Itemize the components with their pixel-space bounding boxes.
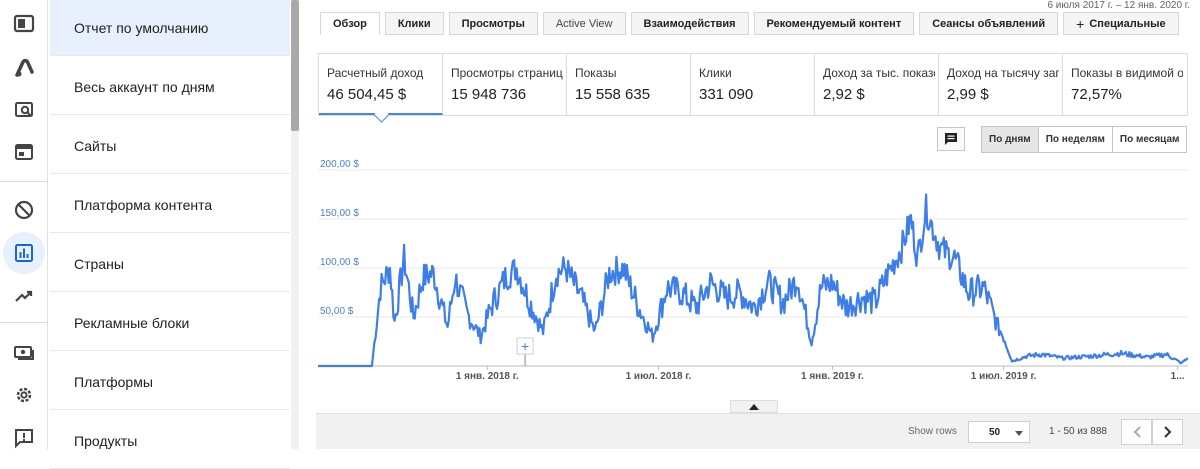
metric-label: Доход за тыс. показов: [823, 66, 935, 80]
report-item-label: Весь аккаунт по дням: [74, 78, 215, 95]
tab-overview[interactable]: Обзор: [320, 12, 380, 35]
metric-value: 72,57%: [1071, 86, 1122, 103]
earnings-chart[interactable]: 200,00 $ 150,00 $ 100,00 $ 50,00 $ 1 янв. 20…: [300, 155, 1200, 385]
dashboard-icon[interactable]: [8, 8, 40, 40]
comment-icon: [945, 133, 957, 145]
metrics-bar: Расчетный доход 46 504,45 $ Просмотры ст…: [318, 53, 1188, 116]
metric-label: Клики: [699, 66, 732, 80]
plus-icon: +: [1076, 15, 1085, 32]
next-page-button[interactable]: [1152, 419, 1183, 445]
scrollbar-thumb[interactable]: [291, 0, 299, 131]
metric-value: 15 948 736: [451, 86, 527, 103]
report-item-label: Платформа контента: [74, 196, 213, 213]
block-icon[interactable]: [8, 194, 40, 226]
by-day-button[interactable]: По дням: [982, 127, 1039, 152]
nav-rail: [0, 0, 48, 449]
chevron-right-icon: [1163, 426, 1171, 438]
rows-per-page-value: 50: [989, 426, 1001, 438]
browser-window-icon[interactable]: [8, 136, 40, 168]
annotation-button[interactable]: [937, 127, 965, 151]
tab-recommended-content[interactable]: Рекомендуемый контент: [753, 12, 915, 35]
metric-value: 331 090: [699, 86, 754, 103]
report-item-content-platform[interactable]: Платформа контента: [50, 177, 290, 233]
report-item-ad-units[interactable]: Рекламные блоки: [50, 295, 290, 351]
metric-query-rpm[interactable]: Доход на тысячу запросов 2,99 $: [939, 54, 1063, 115]
metric-value: 2,99 $: [947, 86, 989, 103]
dropdown-caret-icon: [1015, 431, 1023, 436]
x-tick-label: 1 июл. 2019 г.: [971, 371, 1037, 382]
report-item-label: Рекламные блоки: [74, 314, 190, 331]
content-search-icon[interactable]: [8, 93, 40, 125]
trending-icon[interactable]: [8, 280, 40, 312]
metric-label: Доход на тысячу запросов: [947, 66, 1059, 80]
report-item-label: Сайты: [74, 137, 117, 154]
reports-icon[interactable]: [3, 232, 45, 274]
report-tabs: Обзор Клики Просмотры Active View Взаимо…: [320, 12, 1184, 35]
report-item-platforms[interactable]: Платформы: [50, 354, 290, 410]
by-month-button[interactable]: По месяцам: [1112, 127, 1187, 152]
x-tick-label: 1...: [1171, 371, 1185, 382]
feedback-icon[interactable]: [8, 422, 40, 454]
chevron-left-icon: [1133, 426, 1141, 438]
x-tick-label: 1 янв. 2018 г.: [456, 371, 519, 382]
metric-viewability[interactable]: Показы в видимой области 72,57%: [1063, 54, 1187, 115]
y-tick-label: 50,00 $: [320, 306, 354, 317]
series-line: [318, 193, 1189, 368]
metric-label: Просмотры страниц: [451, 66, 563, 80]
show-rows-label: Show rows: [908, 426, 957, 437]
tab-custom[interactable]: + Специальные: [1063, 12, 1179, 35]
pagination: [1121, 419, 1183, 445]
metric-label: Показы: [575, 66, 617, 80]
metric-clicks[interactable]: Клики 331 090: [691, 54, 815, 115]
caret-up-icon: [749, 403, 759, 410]
plus-icon: +: [521, 338, 529, 354]
metric-impressions[interactable]: Показы 15 558 635: [567, 54, 691, 115]
metric-estimated-earnings[interactable]: Расчетный доход 46 504,45 $: [319, 54, 443, 115]
metric-label: Показы в видимой области: [1071, 66, 1183, 80]
payments-icon[interactable]: [8, 336, 40, 368]
table-footer: Show rows 50 1 - 50 из 888: [316, 413, 1200, 449]
report-list-scrollbar[interactable]: [291, 0, 299, 449]
metric-impression-rpm[interactable]: Доход за тыс. показов 2,92 $: [815, 54, 939, 115]
collapse-chart-button[interactable]: [730, 400, 778, 413]
metric-value: 15 558 635: [575, 86, 651, 103]
tab-custom-label: Специальные: [1089, 17, 1166, 30]
tab-active-view[interactable]: Active View: [542, 12, 626, 35]
adsense-logo-icon[interactable]: [8, 52, 40, 84]
report-main: 6 июля 2017 г. – 12 янв. 2020 г. Обзор К…: [300, 0, 1200, 449]
report-list: Отчет по умолчанию Весь аккаунт по дням …: [48, 0, 299, 469]
report-item-countries[interactable]: Страны: [50, 236, 290, 292]
tab-interactions[interactable]: Взаимодействия: [630, 12, 749, 35]
settings-icon[interactable]: [8, 379, 40, 411]
report-item-default[interactable]: Отчет по умолчанию: [50, 0, 290, 56]
metric-value: 46 504,45 $: [327, 86, 407, 103]
tab-clicks[interactable]: Клики: [384, 12, 444, 35]
date-range[interactable]: 6 июля 2017 г. – 12 янв. 2020 г.: [1047, 0, 1190, 11]
granularity-toggle: По дням По неделям По месяцам: [981, 126, 1188, 153]
y-tick-label: 150,00 $: [320, 208, 359, 219]
report-item-label: Отчет по умолчанию: [74, 19, 209, 36]
x-tick-label: 1 июл. 2018 г.: [626, 371, 692, 382]
tab-views[interactable]: Просмотры: [448, 12, 538, 35]
metric-label: Расчетный доход: [327, 66, 424, 80]
report-item-label: Платформы: [74, 373, 153, 390]
tab-ad-sessions[interactable]: Сеансы объявлений: [919, 12, 1059, 35]
metric-page-views[interactable]: Просмотры страниц 15 948 736: [443, 54, 567, 115]
report-item-label: Продукты: [74, 432, 138, 449]
report-item-account-by-day[interactable]: Весь аккаунт по дням: [50, 59, 290, 115]
by-week-button[interactable]: По неделям: [1038, 127, 1113, 152]
page-range: 1 - 50 из 888: [1049, 426, 1107, 437]
y-tick-label: 100,00 $: [320, 257, 359, 268]
prev-page-button[interactable]: [1121, 419, 1152, 445]
report-item-sites[interactable]: Сайты: [50, 118, 290, 174]
report-item-products[interactable]: Продукты: [50, 413, 290, 469]
x-tick-label: 1 янв. 2019 г.: [801, 371, 864, 382]
metric-value: 2,92 $: [823, 86, 865, 103]
y-tick-label: 200,00 $: [320, 159, 359, 170]
report-item-label: Страны: [74, 255, 124, 272]
rows-per-page-select[interactable]: 50: [968, 421, 1030, 443]
